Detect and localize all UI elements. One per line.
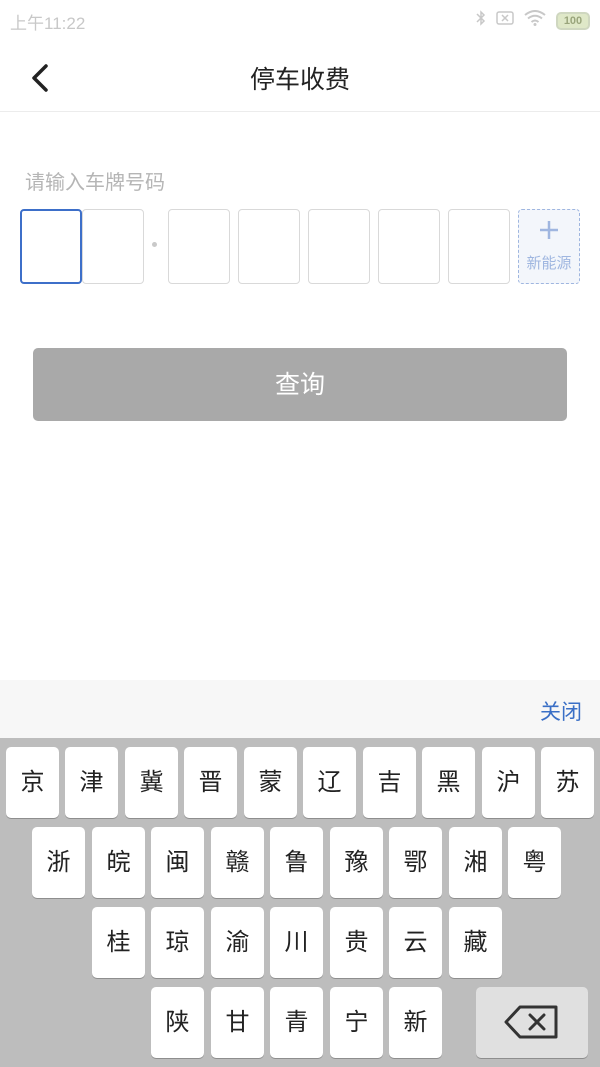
key[interactable]: 贵 <box>330 907 383 978</box>
key[interactable]: 鄂 <box>389 827 442 898</box>
province-keyboard: 京 津 冀 晋 蒙 辽 吉 黑 沪 苏 浙 皖 闽 赣 鲁 豫 鄂 湘 粤 桂 … <box>0 738 600 1067</box>
key[interactable]: 沪 <box>482 747 535 818</box>
sim-off-icon <box>496 10 514 31</box>
plate-char-2[interactable] <box>82 209 144 284</box>
bluetooth-icon <box>476 10 486 31</box>
key[interactable]: 冀 <box>125 747 178 818</box>
plate-separator-dot <box>152 242 157 247</box>
key[interactable]: 琼 <box>151 907 204 978</box>
key[interactable]: 蒙 <box>244 747 297 818</box>
plate-char-7[interactable] <box>448 209 510 284</box>
key[interactable]: 黑 <box>422 747 475 818</box>
status-time: 上午11:22 <box>10 14 86 33</box>
key[interactable]: 赣 <box>211 827 264 898</box>
key[interactable]: 辽 <box>303 747 356 818</box>
key[interactable]: 豫 <box>330 827 383 898</box>
key[interactable]: 闽 <box>151 827 204 898</box>
delete-button[interactable] <box>476 987 588 1058</box>
plus-icon <box>519 216 579 248</box>
status-icons: 100 <box>476 10 590 31</box>
key[interactable]: 新 <box>389 987 442 1058</box>
plate-char-4[interactable] <box>238 209 300 284</box>
key[interactable]: 甘 <box>211 987 264 1058</box>
plate-input-label: 请输入车牌号码 <box>25 170 165 194</box>
status-bar: 上午11:22 100 <box>0 0 600 42</box>
key[interactable]: 吉 <box>363 747 416 818</box>
key[interactable]: 川 <box>270 907 323 978</box>
new-energy-button[interactable]: 新能源 <box>518 209 580 284</box>
wifi-icon <box>524 10 546 31</box>
keyboard-close-button[interactable]: 关闭 <box>540 696 582 726</box>
key[interactable]: 晋 <box>184 747 237 818</box>
key[interactable]: 浙 <box>32 827 85 898</box>
key[interactable]: 京 <box>6 747 59 818</box>
key[interactable]: 渝 <box>211 907 264 978</box>
key[interactable]: 青 <box>270 987 323 1058</box>
keyboard-header: 关闭 <box>0 680 600 738</box>
new-energy-label: 新能源 <box>526 254 572 272</box>
nav-bar: 停车收费 <box>0 42 600 112</box>
key[interactable]: 宁 <box>330 987 383 1058</box>
key[interactable]: 津 <box>65 747 118 818</box>
page-title: 停车收费 <box>249 65 350 94</box>
plate-char-1[interactable] <box>20 209 82 284</box>
key[interactable]: 藏 <box>449 907 502 978</box>
battery-icon: 100 <box>556 11 590 30</box>
key[interactable]: 湘 <box>449 827 502 898</box>
key[interactable]: 苏 <box>541 747 594 818</box>
key[interactable]: 粤 <box>508 827 561 898</box>
backspace-icon <box>504 1005 558 1039</box>
plate-char-5[interactable] <box>308 209 370 284</box>
key[interactable]: 皖 <box>92 827 145 898</box>
key[interactable]: 陕 <box>151 987 204 1058</box>
key[interactable]: 鲁 <box>270 827 323 898</box>
key[interactable]: 桂 <box>92 907 145 978</box>
key[interactable]: 云 <box>389 907 442 978</box>
query-button[interactable]: 查询 <box>33 348 567 421</box>
plate-char-6[interactable] <box>378 209 440 284</box>
plate-char-3[interactable] <box>168 209 230 284</box>
